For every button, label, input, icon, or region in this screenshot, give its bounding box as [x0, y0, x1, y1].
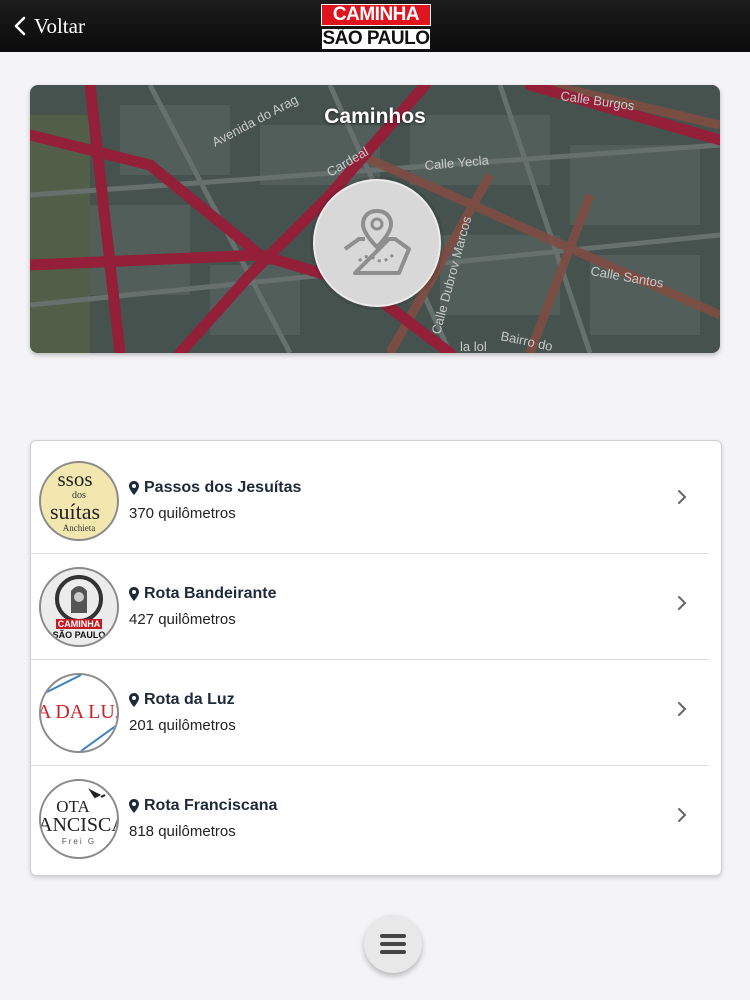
- route-distance: 427 quilômetros: [129, 611, 236, 628]
- route-thumbnail: A DA LUZ: [39, 673, 119, 753]
- list-item[interactable]: CAMINHA SÃO PAULO Rota Bandeirante 427 q…: [31, 553, 709, 660]
- route-distance: 818 quilômetros: [129, 823, 236, 840]
- chevron-right-icon: [678, 596, 687, 610]
- thumb-text: Anchieta: [62, 523, 96, 533]
- map-marker-icon: [129, 799, 139, 813]
- routes-list: ssos dos suítas Anchieta Passos dos Jesu…: [30, 440, 722, 876]
- route-name: Rota Bandeirante: [144, 585, 277, 602]
- thumb-text: suítas: [49, 499, 101, 524]
- thumb-text: Frei G: [61, 837, 97, 846]
- route-thumbnail: CAMINHA SÃO PAULO: [39, 567, 119, 647]
- map-marker-icon: [129, 587, 139, 601]
- menu-button[interactable]: [364, 915, 422, 973]
- hero-badge: [313, 179, 441, 307]
- thumb-text: A DA LUZ: [41, 701, 117, 723]
- chevron-right-icon: [678, 702, 687, 716]
- back-button[interactable]: Voltar: [14, 11, 85, 41]
- list-item[interactable]: A DA LUZ Rota da Luz 201 quilômetros: [31, 659, 709, 766]
- route-name: Passos dos Jesuítas: [144, 479, 302, 496]
- logo-line-2: SÃO PAULO: [321, 28, 431, 50]
- thumb-text: ssos: [57, 467, 93, 491]
- route-title: Rota Franciscana: [129, 797, 277, 815]
- list-item[interactable]: ssos dos suítas Anchieta Passos dos Jesu…: [31, 447, 709, 554]
- route-thumbnail: ssos dos suítas Anchieta: [39, 461, 119, 541]
- back-label: Voltar: [34, 13, 85, 38]
- app-logo: CAMINHA SÃO PAULO: [321, 4, 431, 50]
- chevron-right-icon: [678, 808, 687, 822]
- route-title: Passos dos Jesuítas: [129, 479, 301, 497]
- route-name: Rota Franciscana: [144, 797, 278, 814]
- chevron-left-icon: [14, 16, 26, 36]
- top-bar: Voltar CAMINHA SÃO PAULO: [0, 0, 750, 52]
- logo-line-1: CAMINHA: [321, 4, 431, 26]
- route-title: Rota da Luz: [129, 691, 235, 709]
- route-thumbnail: OTA ANCISCA Frei G: [39, 779, 119, 859]
- hero-title: Caminhos: [324, 105, 426, 128]
- thumb-text: CAMINHA: [55, 619, 103, 629]
- thumb-text: SÃO PAULO: [52, 630, 106, 640]
- chevron-right-icon: [678, 490, 687, 504]
- route-name: Rota da Luz: [144, 691, 235, 708]
- route-title: Rota Bandeirante: [129, 585, 276, 603]
- map-pin-icon: [343, 208, 411, 275]
- hamburger-menu-icon: [380, 934, 406, 954]
- map-marker-icon: [129, 693, 139, 707]
- route-distance: 201 quilômetros: [129, 717, 236, 734]
- thumb-text: ANCISCA: [39, 814, 119, 836]
- route-distance: 370 quilômetros: [129, 505, 236, 522]
- hero-card: Avenida do Arag Calle Yecla Cardeal Bair…: [30, 85, 720, 353]
- list-item[interactable]: OTA ANCISCA Frei G Rota Franciscana 818 …: [31, 765, 709, 871]
- map-marker-icon: [129, 481, 139, 495]
